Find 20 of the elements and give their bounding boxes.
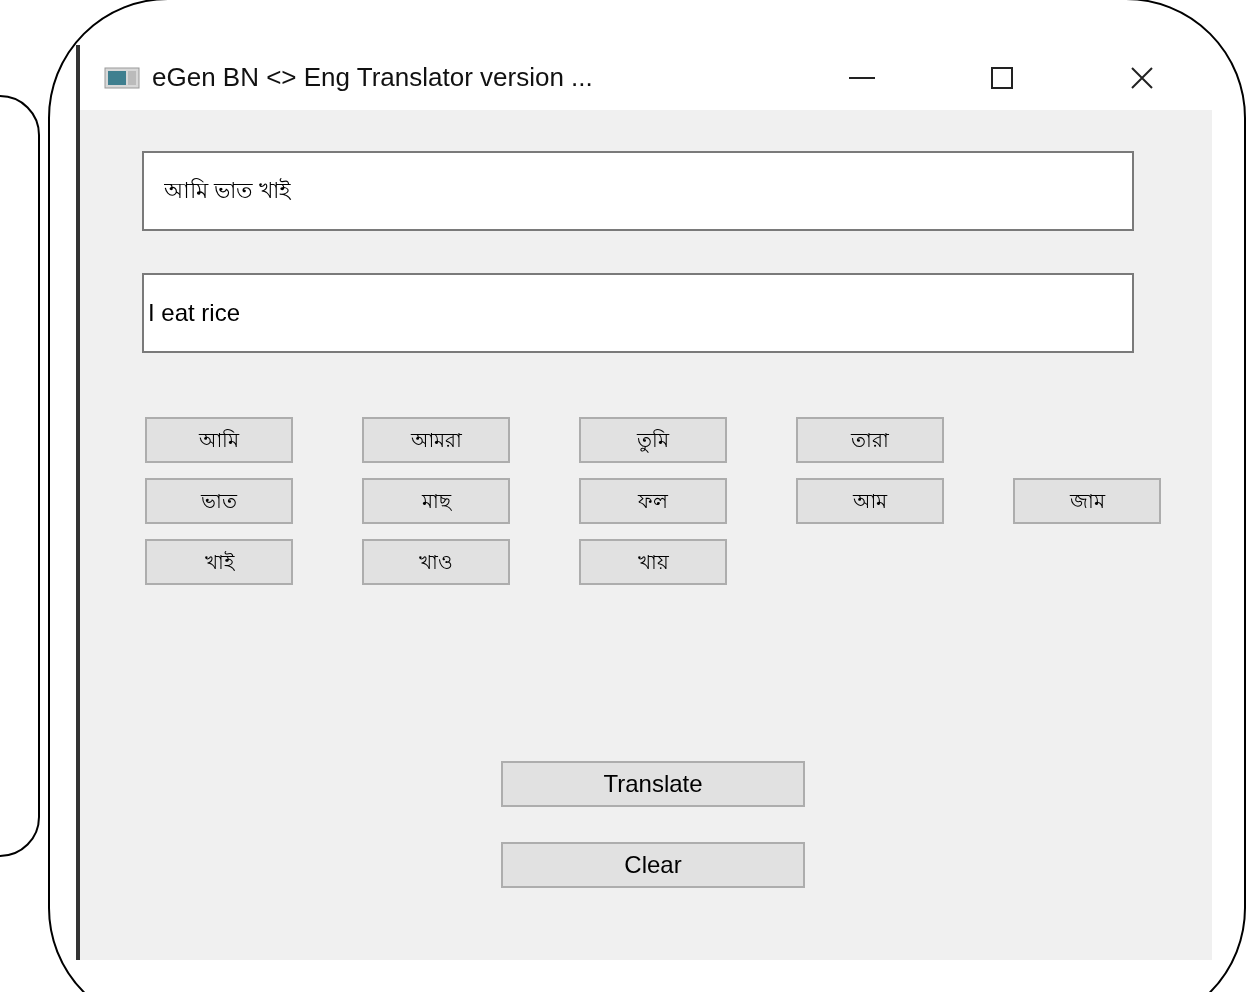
word-button[interactable]: আম (796, 478, 944, 524)
word-button[interactable]: আমি (145, 417, 293, 463)
window-title: eGen BN <> Eng Translator version ... (152, 61, 593, 94)
bengali-input-field[interactable]: আমি ভাত খাই (142, 151, 1134, 231)
word-button[interactable]: ফল (579, 478, 727, 524)
maximize-icon (991, 66, 1013, 89)
word-button[interactable]: তারা (796, 417, 944, 463)
word-button[interactable]: জাম (1013, 478, 1161, 524)
english-output-field[interactable]: I eat rice (142, 273, 1134, 353)
close-icon (1130, 65, 1154, 90)
word-button[interactable]: আমরা (362, 417, 510, 463)
word-button[interactable]: মাছ (362, 478, 510, 524)
word-button[interactable]: খায় (579, 539, 727, 585)
word-button[interactable]: তুমি (579, 417, 727, 463)
word-button[interactable]: খাই (145, 539, 293, 585)
translate-button[interactable]: Translate (501, 761, 805, 807)
word-button[interactable]: ভাত (145, 478, 293, 524)
word-button[interactable]: খাও (362, 539, 510, 585)
app-icon (104, 66, 140, 89)
clear-button[interactable]: Clear (501, 842, 805, 888)
